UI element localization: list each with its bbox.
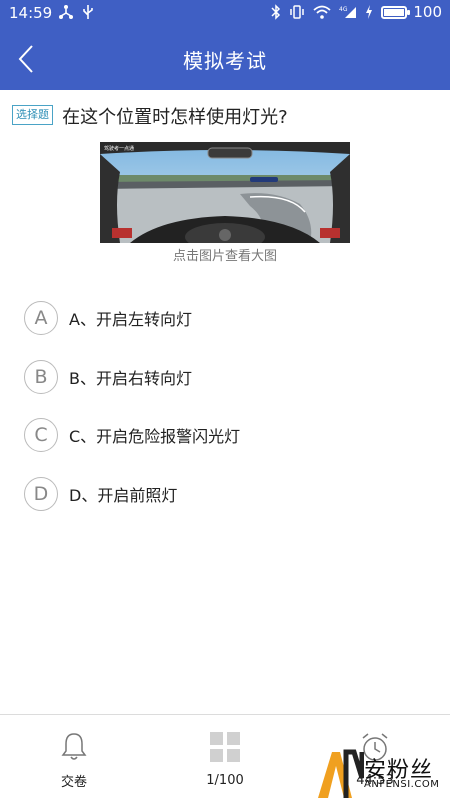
bluetooth-icon [271, 4, 281, 20]
usb-icon [83, 5, 93, 19]
charging-icon [366, 5, 373, 19]
question-grid-button[interactable]: 1/100 [180, 731, 270, 788]
vibrate-icon [290, 5, 305, 19]
option-d[interactable]: D D、开启前照灯 [24, 476, 424, 512]
wifi-icon [313, 5, 331, 19]
battery-icon [381, 5, 411, 19]
watermark-logo [318, 749, 364, 798]
question-type-tag: 选择题 [12, 105, 53, 125]
option-b-text: B、开启右转向灯 [69, 369, 192, 388]
progress-label: 1/100 [206, 773, 244, 788]
app-bar: 模拟考试 [0, 28, 450, 90]
question-text: 在这个位置时怎样使用灯光? [62, 107, 288, 128]
status-left-icons [58, 4, 94, 20]
question-image[interactable]: 驾驶考一点通 [100, 142, 350, 243]
submit-label: 交卷 [60, 775, 87, 790]
status-time: 14:59 [9, 4, 53, 22]
option-c-text: C、开启危险报警闪光灯 [69, 427, 241, 446]
site-watermark: 安粉丝 ANFENSI.COM [316, 748, 448, 800]
option-a-letter: A [24, 301, 58, 335]
option-d-text: D、开启前照灯 [69, 486, 178, 505]
option-a[interactable]: A A、开启左转向灯 [24, 300, 424, 336]
road-scene-image: 驾驶考一点通 [100, 142, 350, 243]
status-bar: 14:59 4G 100 [0, 0, 450, 28]
option-b-letter: B [24, 360, 58, 394]
option-b[interactable]: B B、开启右转向灯 [24, 359, 424, 395]
option-c[interactable]: C C、开启危险报警闪光灯 [24, 417, 424, 453]
image-sign-text: 驾驶考一点通 [104, 145, 134, 152]
question-block: 选择题 在这个位置时怎样使用灯光? [12, 103, 442, 129]
grid-icon [210, 732, 240, 762]
signal-icon: 4G [339, 6, 357, 18]
battery-level: 100 [413, 3, 442, 21]
exam-screen: 14:59 4G 100 模拟考试 选择题 在这个位置时怎样使用灯光? 驾驶考一… [0, 0, 450, 800]
share-icon [59, 5, 73, 19]
battery-fill [384, 8, 405, 16]
battery-indicator: 100 [381, 3, 442, 21]
svg-text:4G: 4G [339, 6, 348, 13]
option-a-text: A、开启左转向灯 [69, 310, 192, 329]
option-d-letter: D [24, 477, 58, 511]
status-right-icons: 4G 100 [271, 3, 442, 21]
bell-icon [61, 733, 87, 760]
option-c-letter: C [24, 418, 58, 452]
image-hint: 点击图片查看大图 [172, 249, 277, 264]
watermark-site: ANFENSI.COM [364, 779, 440, 790]
page-title: 模拟考试 [183, 49, 267, 73]
submit-button[interactable]: 交卷 [29, 731, 119, 790]
